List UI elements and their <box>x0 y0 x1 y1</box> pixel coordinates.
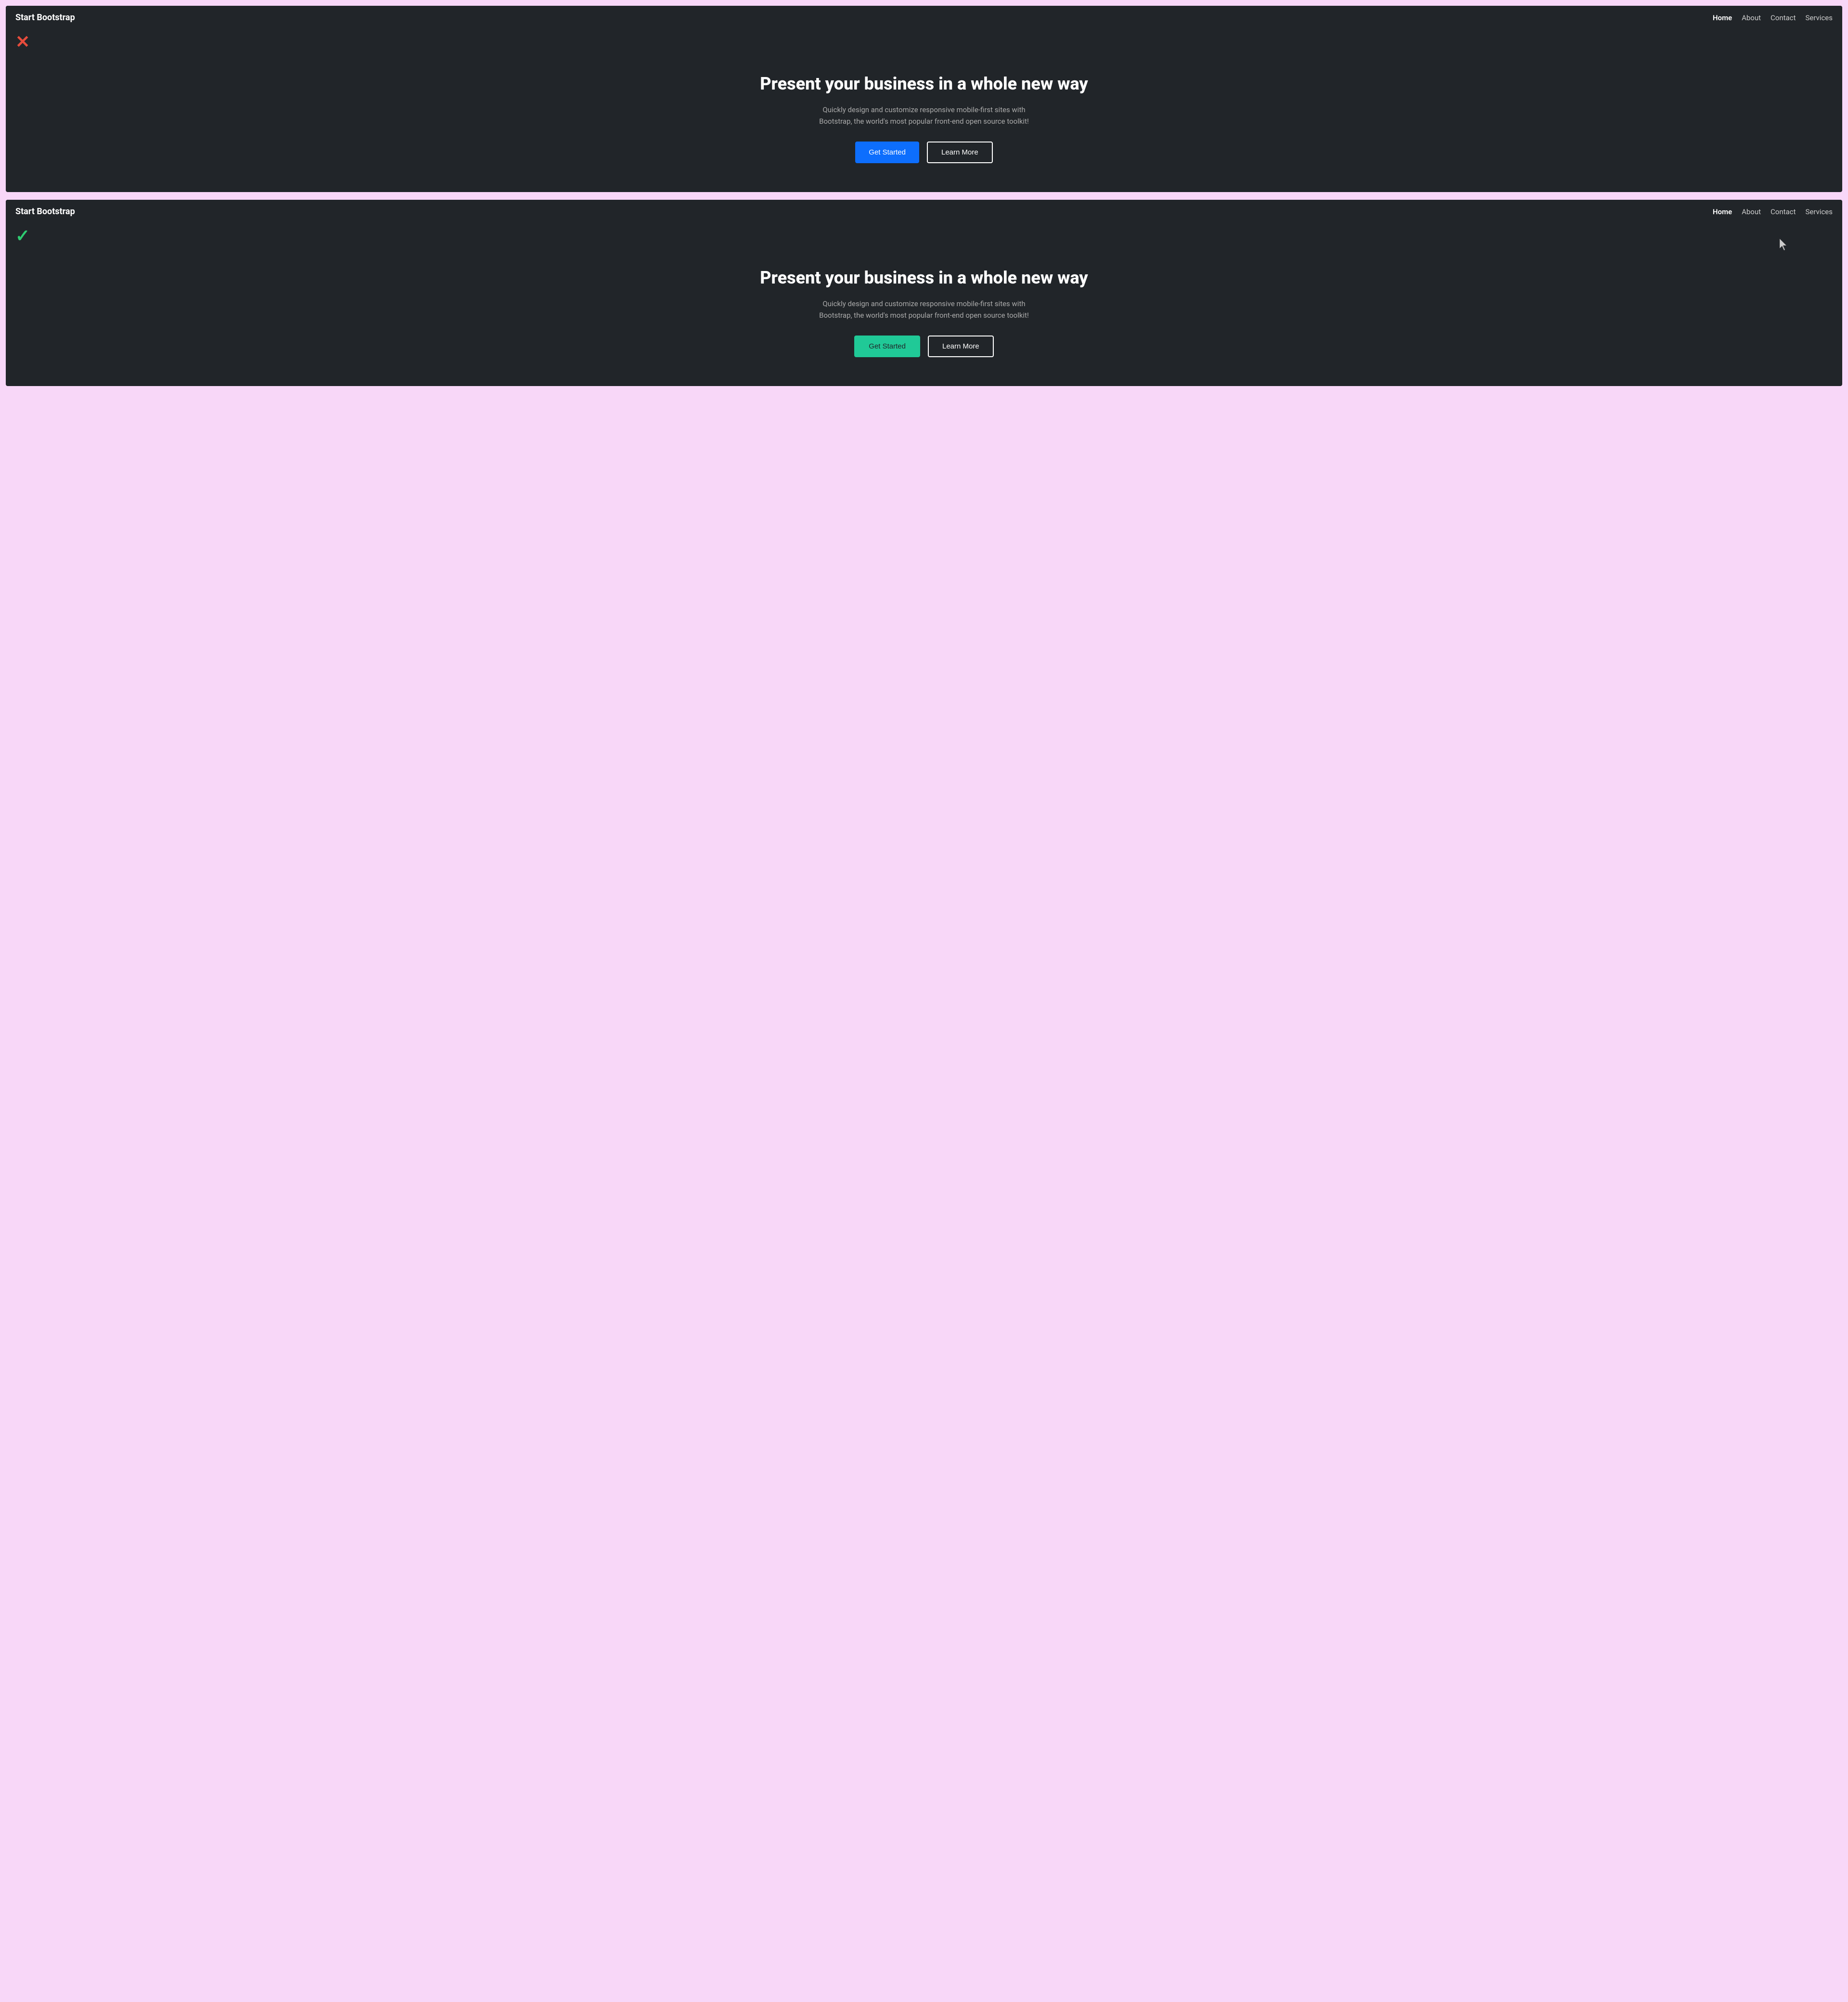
nav-item-home-2[interactable]: Home <box>1713 207 1732 216</box>
navbar-nav-1: Home About Contact Services <box>1713 13 1833 22</box>
nav-item-about-1[interactable]: About <box>1742 13 1761 22</box>
hero-1: Present your business in a whole new way… <box>6 54 1842 192</box>
nav-item-contact-2[interactable]: Contact <box>1771 207 1796 216</box>
nav-item-services-2[interactable]: Services <box>1805 207 1833 216</box>
navbar-brand-2[interactable]: Start Bootstrap <box>15 207 75 217</box>
learn-more-button-2[interactable]: Learn More <box>928 336 994 357</box>
screenshot-container: Start Bootstrap Home About Contact Servi… <box>6 6 1842 386</box>
navbar-1: Start Bootstrap Home About Contact Servi… <box>6 6 1842 29</box>
nav-item-about-2[interactable]: About <box>1742 207 1761 216</box>
panel-1: Start Bootstrap Home About Contact Servi… <box>6 6 1842 192</box>
hero-subheading-2: Quickly design and customize responsive … <box>808 298 1040 321</box>
navbar-2: Start Bootstrap Home About Contact Servi… <box>6 200 1842 223</box>
check-icon: ✓ <box>15 227 30 245</box>
panel-2: Start Bootstrap Home About Contact Servi… <box>6 200 1842 386</box>
navbar-brand-1[interactable]: Start Bootstrap <box>15 13 75 23</box>
nav-item-contact-1[interactable]: Contact <box>1771 13 1796 22</box>
hero-buttons-1: Get Started Learn More <box>15 142 1833 163</box>
status-icon-area-1: ✕ <box>6 29 1842 54</box>
hero-buttons-2: Get Started Learn More <box>15 336 1833 357</box>
nav-item-home-1[interactable]: Home <box>1713 13 1732 22</box>
nav-item-services-1[interactable]: Services <box>1805 13 1833 22</box>
hero-2: Present your business in a whole new way… <box>6 248 1842 386</box>
status-icon-area-2: ✓ <box>6 223 1842 248</box>
navbar-nav-2: Home About Contact Services <box>1713 207 1833 216</box>
get-started-button-2[interactable]: Get Started <box>854 336 920 357</box>
cursor-icon <box>1780 239 1789 252</box>
hero-heading-1: Present your business in a whole new way <box>15 74 1833 94</box>
x-icon: ✕ <box>15 33 30 51</box>
hero-heading-2: Present your business in a whole new way <box>15 268 1833 288</box>
get-started-button-1[interactable]: Get Started <box>855 142 919 163</box>
hero-subheading-1: Quickly design and customize responsive … <box>808 104 1040 127</box>
learn-more-button-1[interactable]: Learn More <box>927 142 993 163</box>
